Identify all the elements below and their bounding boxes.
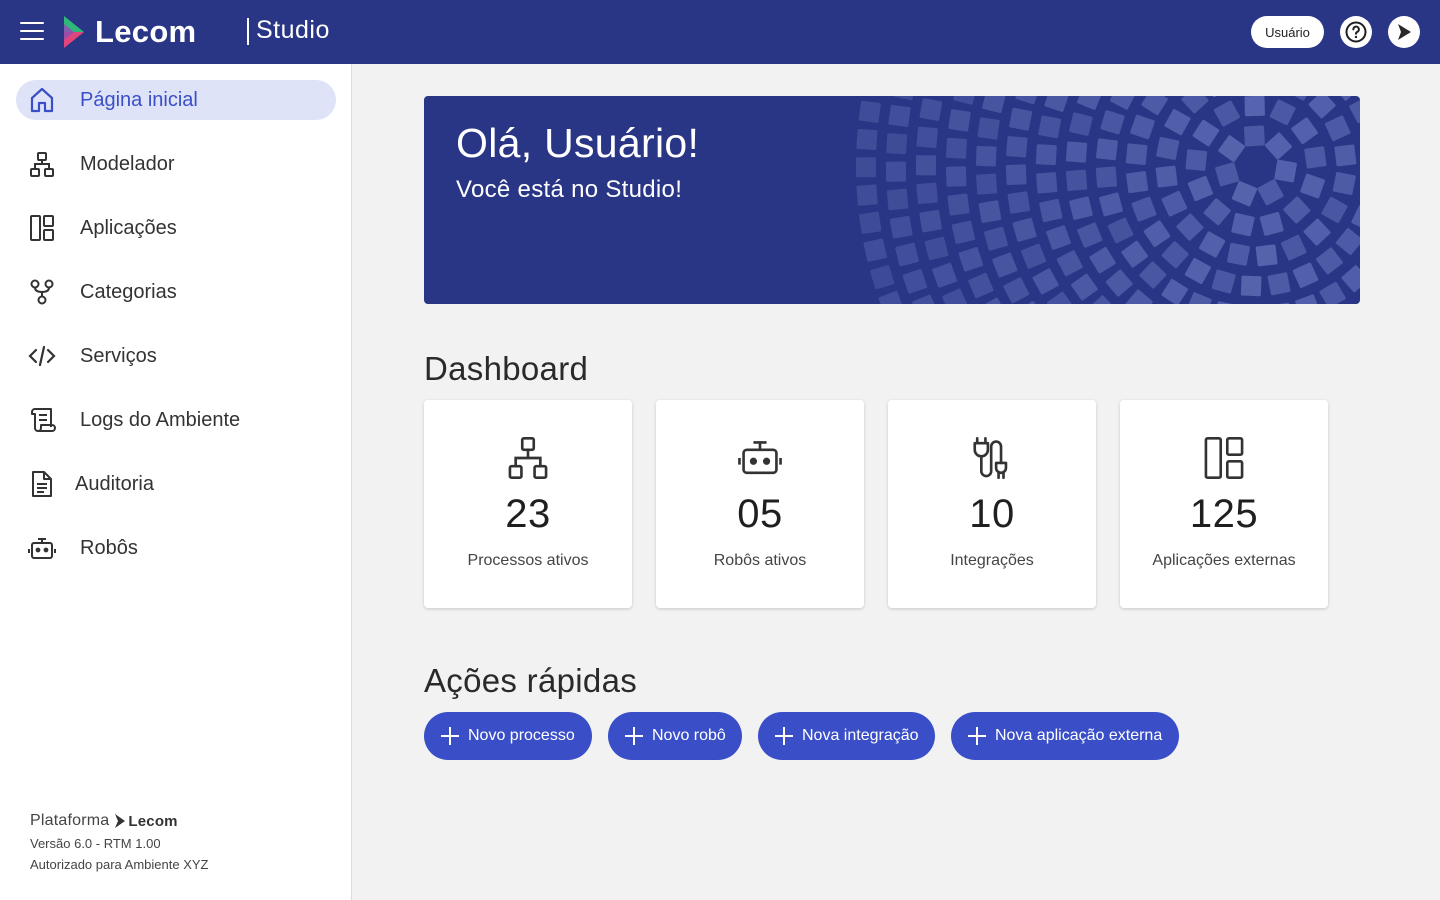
sidebar-item-robos[interactable]: Robôs [16, 528, 336, 568]
card-value: 10 [969, 492, 1015, 536]
sidebar-item-aplicacoes[interactable]: Aplicações [16, 208, 336, 248]
lecom-logo[interactable]: Lecom [62, 14, 197, 49]
nova-aplicacao-externa-button[interactable]: Nova aplicação externa [951, 712, 1179, 760]
button-label: Nova aplicação externa [995, 727, 1163, 744]
novo-processo-button[interactable]: Novo processo [424, 712, 592, 760]
sidebar-item-label: Logs do Ambiente [80, 408, 241, 431]
decorative-pattern [855, 96, 1360, 304]
top-app-bar: Lecom Studio Usuário [0, 0, 1440, 64]
plus-icon [774, 726, 794, 746]
sidebar-item-logs-do-ambiente[interactable]: Logs do Ambiente [16, 400, 336, 440]
card-aplicacoes-externas[interactable]: 125 Aplicações externas [1120, 400, 1328, 608]
scroll-log-icon [28, 406, 56, 434]
lecom-arrow-icon [115, 814, 126, 828]
layout-icon [1200, 434, 1248, 482]
header-separator [247, 18, 249, 45]
plug-cable-icon [968, 434, 1016, 482]
plus-icon [967, 726, 987, 746]
logo-text: Lecom [95, 14, 197, 49]
sidebar-item-label: Auditoria [75, 472, 154, 495]
button-label: Novo robô [652, 727, 726, 744]
profile-button[interactable] [1388, 16, 1420, 48]
category-branch-icon [28, 278, 56, 306]
version-text: Versão 6.0 - RTM 1.00 [30, 836, 161, 851]
code-icon [28, 342, 56, 370]
plus-icon [624, 726, 644, 746]
card-label: Integrações [950, 552, 1034, 569]
sidebar-item-auditoria[interactable]: Auditoria [16, 464, 336, 504]
sidebar-item-label: Modelador [80, 152, 175, 175]
card-robos-ativos[interactable]: 05 Robôs ativos [656, 400, 864, 608]
authorized-text: Autorizado para Ambiente XYZ [30, 857, 209, 872]
quick-actions-title: Ações rápidas [424, 662, 638, 699]
sidebar-item-categorias[interactable]: Categorias [16, 272, 336, 312]
card-processos-ativos[interactable]: 23 Processos ativos [424, 400, 632, 608]
sidebar-item-label: Robôs [80, 536, 138, 559]
welcome-banner: Olá, Usuário! Você está no Studio! [424, 96, 1360, 304]
sidebar-item-label: Página inicial [80, 88, 198, 111]
greeting-subtitle: Você está no Studio! [456, 176, 683, 203]
platform-label: Plataforma [30, 812, 110, 829]
dashboard-title: Dashboard [424, 350, 589, 387]
robot-icon [28, 534, 56, 562]
hierarchy-icon [504, 434, 552, 482]
hierarchy-icon [28, 150, 56, 178]
sidebar-item-modelador[interactable]: Modelador [16, 144, 336, 184]
help-button[interactable] [1340, 16, 1372, 48]
card-label: Processos ativos [467, 552, 589, 569]
plus-icon [440, 726, 460, 746]
button-label: Novo processo [468, 727, 575, 744]
platform-brand-name: Lecom [128, 812, 178, 830]
sidebar-item-label: Categorias [80, 280, 177, 303]
nova-integracao-button[interactable]: Nova integração [758, 712, 935, 760]
card-value: 125 [1189, 492, 1259, 536]
app-name: Studio [256, 16, 330, 44]
platform-brand: Plataforma Lecom [30, 812, 209, 830]
layout-icon [28, 214, 56, 242]
card-label: Robôs ativos [713, 552, 807, 569]
sidebar-item-label: Aplicações [80, 216, 177, 239]
card-value: 05 [737, 492, 783, 536]
card-label: Aplicações externas [1152, 552, 1296, 569]
help-circle-icon [1345, 21, 1367, 43]
sidebar-item-servicos[interactable]: Serviços [16, 336, 336, 376]
platform-info: Plataforma Lecom Versão 6.0 - RTM 1.00 A… [30, 812, 209, 872]
sidebar-item-pagina-inicial[interactable]: Página inicial [16, 80, 336, 120]
card-value: 23 [505, 492, 551, 536]
greeting-title: Olá, Usuário! [456, 120, 700, 166]
lecom-logo-mark-icon [64, 16, 84, 48]
home-icon [28, 86, 56, 114]
novo-robo-button[interactable]: Novo robô [608, 712, 742, 760]
hamburger-menu-icon[interactable] [20, 22, 44, 42]
robot-icon [736, 434, 784, 482]
button-label: Nova integração [802, 727, 919, 744]
lecom-arrow-icon [1398, 24, 1411, 40]
sidebar: Página inicial Modelador Aplicações Cate… [0, 64, 352, 900]
document-icon [28, 470, 56, 498]
card-integracoes[interactable]: 10 Integrações [888, 400, 1096, 608]
sidebar-item-label: Serviços [80, 344, 157, 367]
user-button[interactable]: Usuário [1251, 16, 1324, 48]
